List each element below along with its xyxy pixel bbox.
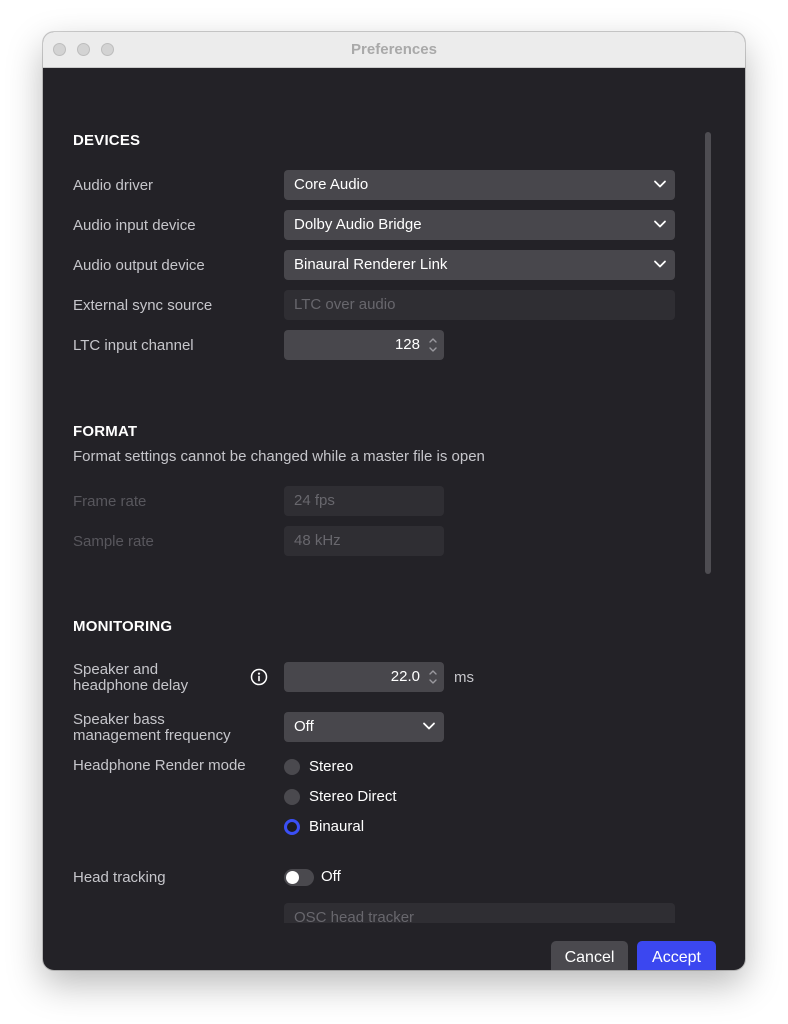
sample-rate-field: 48 kHz (284, 526, 444, 556)
bass-label: Speaker bass management frequency (73, 712, 231, 744)
vertical-scrollbar[interactable] (705, 132, 711, 574)
ltc-channel-stepper[interactable]: 128 (284, 330, 444, 360)
info-icon[interactable] (250, 668, 268, 686)
audio-output-value: Binaural Renderer Link (294, 256, 448, 273)
cancel-button[interactable]: Cancel (551, 941, 628, 970)
format-note: Format settings cannot be changed while … (73, 448, 485, 465)
delay-label-line1: Speaker and (73, 661, 159, 678)
sync-source-label: External sync source (73, 297, 213, 314)
ltc-channel-label: LTC input channel (73, 337, 194, 354)
radio-binaural-label: Binaural (309, 818, 365, 835)
frame-rate-field: 24 fps (284, 486, 444, 516)
audio-driver-select[interactable]: Core Audio (284, 170, 675, 200)
stepper-arrows-icon[interactable] (428, 667, 438, 687)
frame-rate-value: 24 fps (294, 492, 335, 509)
bass-label-line2: management frequency (73, 727, 231, 744)
sync-source-field: LTC over audio (284, 290, 675, 320)
chevron-down-icon (654, 220, 666, 228)
stepper-arrows-icon[interactable] (428, 335, 438, 355)
chevron-down-icon (423, 722, 435, 730)
audio-driver-label: Audio driver (73, 177, 154, 194)
audio-output-select[interactable]: Binaural Renderer Link (284, 250, 675, 280)
title-bar: Preferences (43, 32, 745, 68)
audio-input-label: Audio input device (73, 217, 196, 234)
delay-stepper[interactable]: 22.0 (284, 662, 444, 692)
audio-driver-value: Core Audio (294, 176, 369, 193)
radio-binaural-indicator[interactable] (284, 819, 300, 835)
head-tracking-label: Head tracking (73, 869, 166, 886)
delay-label: Speaker and headphone delay (73, 662, 188, 694)
audio-output-label: Audio output device (73, 257, 205, 274)
frame-rate-label: Frame rate (73, 493, 147, 510)
chevron-down-icon (654, 260, 666, 268)
delay-label-line2: headphone delay (73, 677, 189, 694)
delay-value: 22.0 (390, 668, 420, 685)
sample-rate-label: Sample rate (73, 533, 154, 550)
sample-rate-value: 48 kHz (294, 532, 341, 549)
head-tracking-state: Off (321, 868, 341, 885)
radio-stereo-direct-label: Stereo Direct (309, 788, 397, 805)
ltc-channel-value: 128 (394, 336, 420, 353)
delay-unit: ms (454, 669, 474, 686)
audio-input-select[interactable]: Dolby Audio Bridge (284, 210, 675, 240)
scroll-area[interactable]: DEVICES Audio driver Core Audio Audio in… (43, 68, 745, 923)
toggle-knob (286, 871, 299, 884)
format-heading: FORMAT (73, 423, 138, 440)
sync-source-placeholder: LTC over audio (294, 296, 396, 313)
audio-input-value: Dolby Audio Bridge (294, 216, 422, 233)
bass-frequency-select[interactable]: Off (284, 712, 444, 742)
head-tracker-field: OSC head tracker (284, 903, 675, 923)
radio-stereo-direct-indicator[interactable] (284, 789, 300, 805)
preferences-content: DEVICES Audio driver Core Audio Audio in… (43, 68, 745, 970)
radio-stereo-label: Stereo (309, 758, 354, 775)
head-tracker-placeholder: OSC head tracker (294, 909, 415, 923)
head-tracking-toggle[interactable] (284, 869, 314, 886)
monitoring-heading: MONITORING (73, 618, 173, 635)
window-title: Preferences (351, 41, 437, 58)
radio-stereo-indicator[interactable] (284, 759, 300, 775)
render-mode-label: Headphone Render mode (73, 757, 246, 774)
bass-label-line1: Speaker bass (73, 711, 165, 728)
bass-frequency-value: Off (294, 718, 314, 735)
chevron-down-icon (654, 180, 666, 188)
devices-heading: DEVICES (73, 132, 141, 149)
preferences-window: Preferences DEVICES Audio driver Core Au… (43, 32, 745, 970)
accept-button[interactable]: Accept (637, 941, 716, 970)
